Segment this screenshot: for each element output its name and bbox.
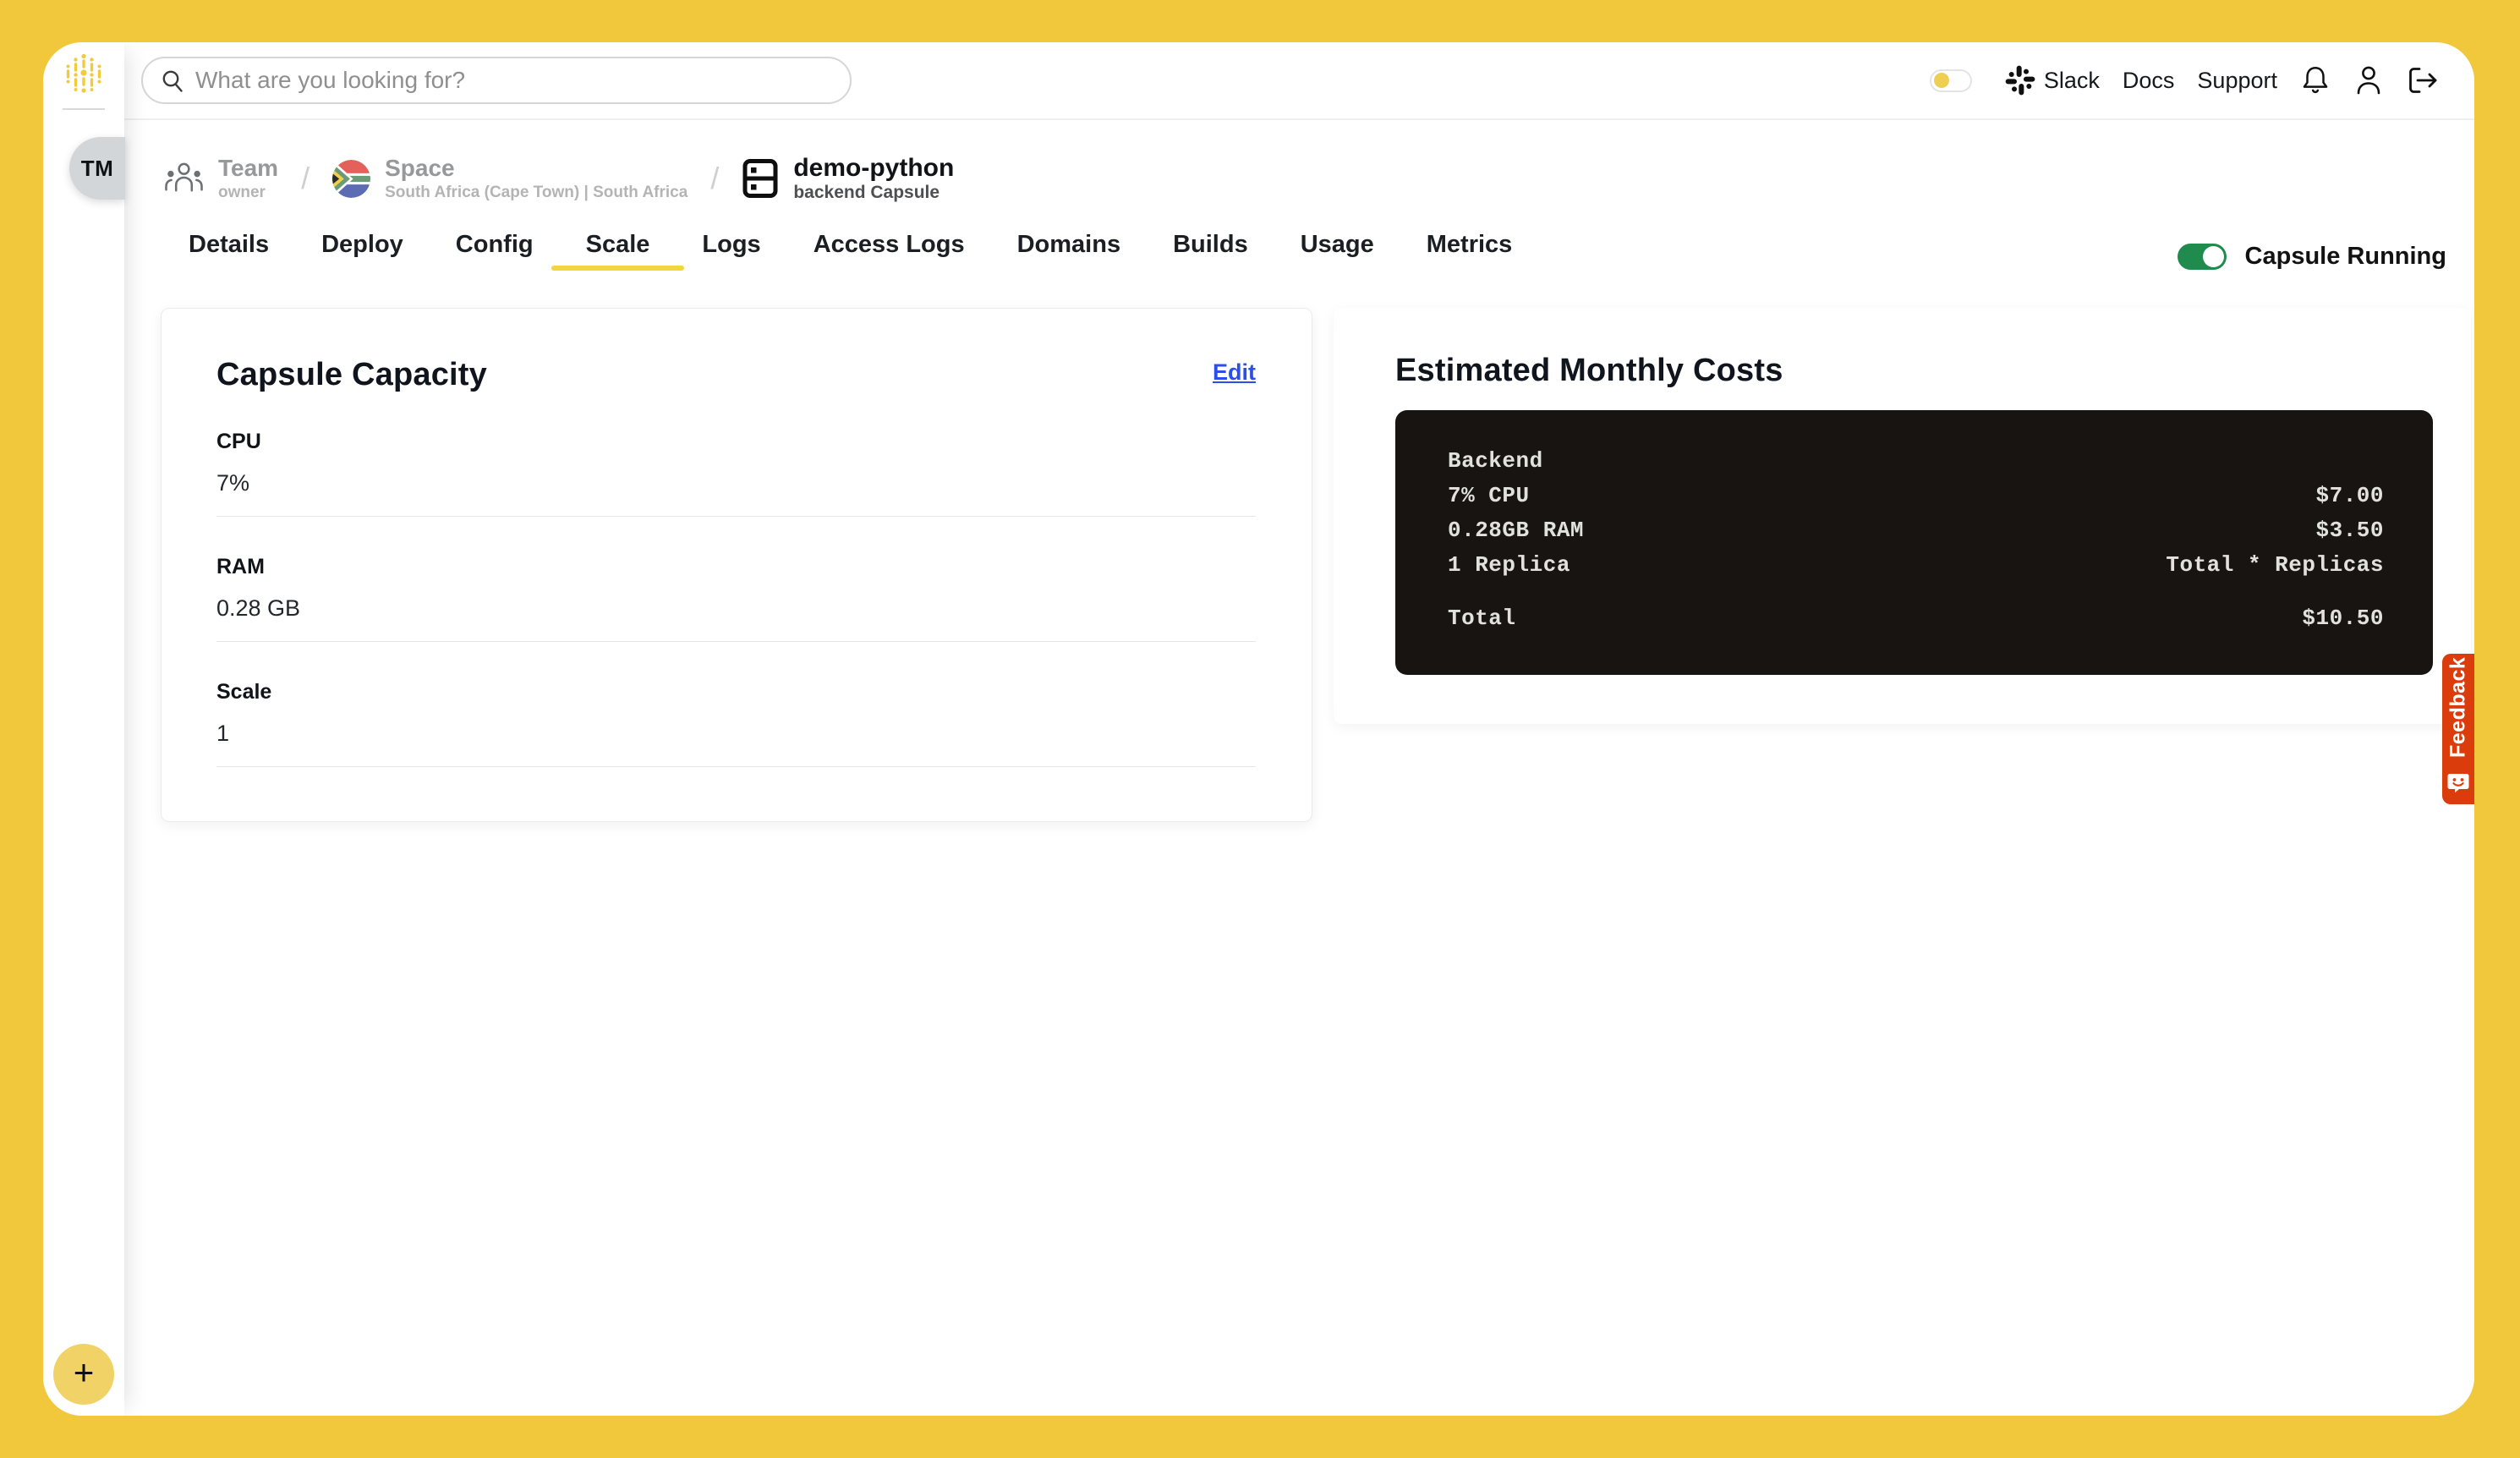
scale-value: 1 — [216, 720, 1256, 747]
team-avatar[interactable]: TM — [69, 137, 125, 200]
main-content: Team owner / — [124, 122, 2474, 1416]
cost-group-label: Backend — [1448, 449, 1543, 474]
breadcrumb-team-subtitle: owner — [218, 184, 278, 201]
capsule-running-control: Capsule Running — [2178, 243, 2446, 271]
cost-row-cpu: 7% CPU $7.00 — [1448, 484, 2384, 508]
cpu-value: 7% — [216, 469, 1256, 496]
feedback-label: Feedback — [2442, 654, 2474, 760]
capacity-card-title: Capsule Capacity — [216, 354, 487, 395]
cost-ram-label: 0.28GB RAM — [1448, 518, 1584, 543]
tab-config[interactable]: Config — [456, 230, 534, 259]
notifications-button[interactable] — [2300, 64, 2331, 96]
tab-access-logs[interactable]: Access Logs — [814, 230, 965, 259]
ram-value: 0.28 GB — [216, 595, 1256, 622]
cost-replica-label: 1 Replica — [1448, 553, 1570, 578]
docs-link[interactable]: Docs — [2123, 68, 2175, 94]
logout-button[interactable] — [2407, 65, 2441, 96]
tab-details[interactable]: Details — [189, 230, 269, 259]
search-bar[interactable] — [141, 57, 852, 104]
breadcrumb-separator: / — [710, 161, 719, 196]
monthly-costs-card: Estimated Monthly Costs Backend 7% CPU $… — [1334, 308, 2471, 724]
cost-replica-value: Total * Replicas — [2166, 553, 2384, 578]
costs-card-title: Estimated Monthly Costs — [1395, 350, 2433, 391]
scale-label: Scale — [216, 679, 1256, 704]
add-button[interactable]: + — [53, 1344, 114, 1405]
cpu-label: CPU — [216, 429, 1256, 454]
feedback-icon — [2447, 773, 2469, 793]
tab-usage[interactable]: Usage — [1301, 230, 1374, 259]
row-divider — [216, 766, 1256, 767]
account-button[interactable] — [2353, 64, 2384, 96]
support-link[interactable]: Support — [2197, 68, 2277, 94]
sidebar: TM + — [43, 42, 124, 1416]
capsule-tabs: Details Deploy Config Scale Logs Access … — [189, 230, 1512, 259]
cost-ram-value: $3.50 — [2315, 518, 2384, 543]
breadcrumb-capsule-subtitle: backend Capsule — [793, 184, 954, 201]
slack-label: Slack — [2044, 68, 2100, 94]
capsule-running-label: Capsule Running — [2245, 243, 2446, 271]
breadcrumb-space-subtitle: South Africa (Cape Town) | South Africa — [385, 184, 688, 201]
capsule-icon — [742, 158, 779, 199]
search-icon — [160, 68, 185, 93]
logo-icon[interactable] — [62, 52, 106, 96]
avatar-initials: TM — [81, 156, 114, 182]
tab-domains[interactable]: Domains — [1017, 230, 1120, 259]
cost-row-ram: 0.28GB RAM $3.50 — [1448, 518, 2384, 543]
team-icon — [164, 161, 204, 197]
breadcrumb-capsule[interactable]: demo-python backend Capsule — [742, 156, 954, 201]
edit-capacity-link[interactable]: Edit — [1213, 359, 1256, 386]
tab-scale[interactable]: Scale — [586, 230, 650, 259]
breadcrumb-capsule-title: demo-python — [793, 156, 954, 181]
tab-logs[interactable]: Logs — [702, 230, 760, 259]
search-input[interactable] — [195, 67, 833, 94]
breadcrumb-team-title: Team — [218, 156, 278, 181]
theme-toggle[interactable] — [1930, 69, 1972, 92]
row-divider — [216, 516, 1256, 517]
tab-builds[interactable]: Builds — [1173, 230, 1248, 259]
notifications-icon — [2300, 64, 2331, 96]
cost-total-value: $10.50 — [2302, 606, 2384, 631]
capsule-capacity-card: Capsule Capacity Edit CPU 7% RAM 0.28 GB… — [161, 308, 1312, 822]
row-divider — [216, 641, 1256, 642]
tab-deploy[interactable]: Deploy — [321, 230, 403, 259]
cost-cpu-label: 7% CPU — [1448, 484, 1530, 508]
cost-row-total: Total $10.50 — [1448, 606, 2384, 631]
account-icon — [2353, 64, 2384, 96]
breadcrumb: Team owner / — [164, 156, 954, 201]
cost-total-label: Total — [1448, 606, 1516, 631]
main-window: TM + — [43, 42, 2474, 1416]
theme-toggle-knob — [1934, 73, 1949, 88]
cost-row-replica: 1 Replica Total * Replicas — [1448, 553, 2384, 578]
space-flag-icon — [332, 160, 370, 198]
logout-icon — [2407, 65, 2441, 96]
slack-link[interactable]: Slack — [2005, 65, 2100, 96]
top-bar: Slack Docs Support — [124, 42, 2474, 120]
breadcrumb-space[interactable]: Space South Africa (Cape Town) | South A… — [332, 156, 688, 201]
breadcrumb-separator: / — [301, 161, 310, 196]
header-actions: Slack Docs Support — [1930, 64, 2441, 96]
sidebar-divider — [63, 108, 105, 110]
slack-icon — [2005, 65, 2035, 96]
ram-label: RAM — [216, 554, 1256, 579]
breadcrumb-space-title: Space — [385, 156, 688, 181]
cost-cpu-value: $7.00 — [2315, 484, 2384, 508]
breadcrumb-team[interactable]: Team owner — [164, 156, 278, 201]
tab-metrics[interactable]: Metrics — [1427, 230, 1513, 259]
capsule-running-toggle[interactable] — [2178, 244, 2227, 270]
feedback-tab[interactable]: Feedback — [2442, 654, 2474, 804]
toggle-knob — [2203, 246, 2224, 267]
costs-breakdown: Backend 7% CPU $7.00 0.28GB RAM $3.50 1 … — [1395, 410, 2433, 675]
